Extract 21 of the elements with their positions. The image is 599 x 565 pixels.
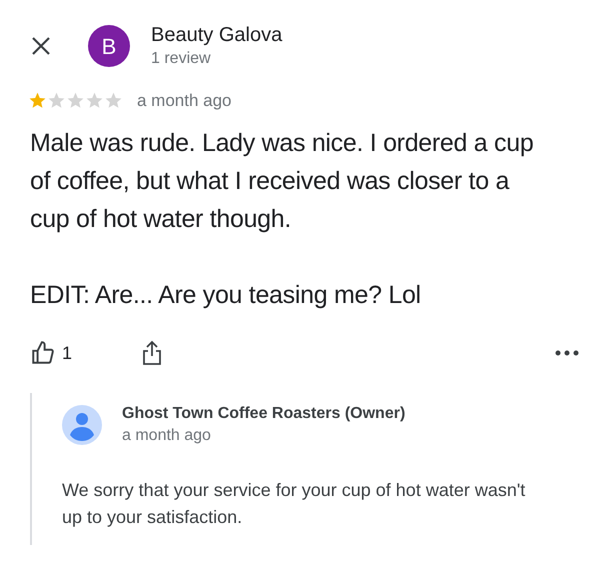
reviewer-name: Beauty Galova [151,23,282,48]
star-icon [66,91,85,110]
reply-time: a month ago [122,426,212,446]
more-icon [555,350,579,356]
review-time: a month ago [137,90,232,112]
star-icon [104,91,123,110]
close-button[interactable] [30,35,52,57]
star-icon [47,91,66,110]
owner-name: Ghost Town Coffee Roasters (Owner) [122,404,406,424]
reply-text: We sorry that your service for your cup of hot water wasn't up to your satisfaction. [62,478,526,529]
review-text: EDIT: Are... Are you teasing me? Lol [30,280,422,310]
thumbs-up-icon [30,340,56,366]
avatar-icon [62,404,102,444]
close-icon [31,36,51,56]
star-icon [28,91,47,110]
review-count: 1 review [151,49,212,69]
star-icon [85,91,104,110]
like-button[interactable]: 1 [30,340,72,366]
review-text: Male was rude. Lady was nice. I ordered a cup of coffee, but what I received was closer to a cup of hot water though. [30,128,534,234]
more-button[interactable] [555,350,579,356]
avatar: B [88,25,130,67]
